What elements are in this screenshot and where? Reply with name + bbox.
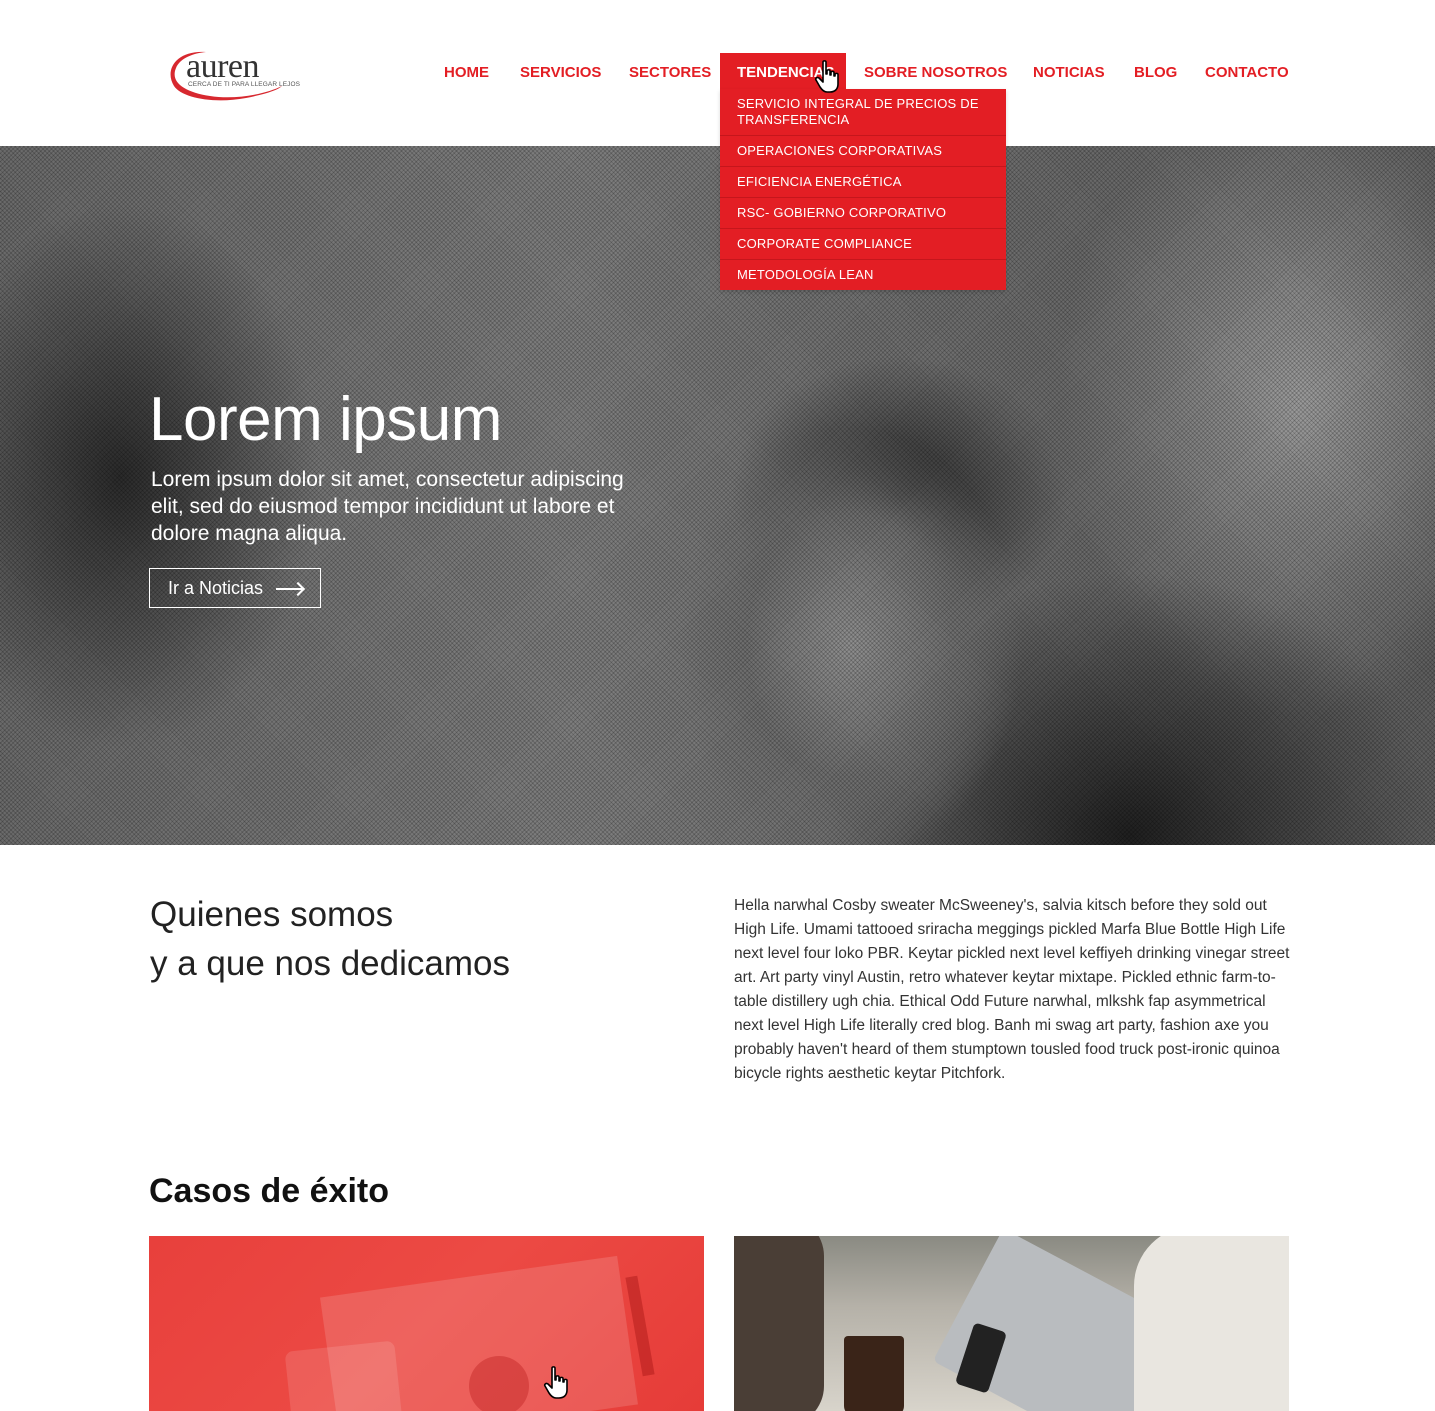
card1-tablet-shape [284, 1340, 404, 1411]
tendencias-dropdown: SERVICIO INTEGRAL DE PRECIOS DE TRANSFER… [720, 89, 1006, 290]
about-text: Hella narwhal Cosby sweater McSweeney's,… [734, 897, 1290, 1082]
site-header: auren CERCA DE TI PARA LLEGAR LEJOS HOME… [0, 0, 1435, 146]
arrow-right-icon [276, 588, 302, 590]
card2-person-left-shape [734, 1236, 824, 1411]
card1-pie-shape [469, 1356, 529, 1411]
caso-card-1[interactable] [149, 1236, 704, 1411]
nav-sobre-nosotros[interactable]: SOBRE NOSOTROS [864, 53, 1007, 89]
nav-contacto[interactable]: CONTACTO [1205, 53, 1289, 89]
nav-blog[interactable]: BLOG [1134, 53, 1177, 89]
dropdown-item-metodologia-lean[interactable]: METODOLOGÍA LEAN [720, 260, 1006, 290]
hand-cursor-icon [543, 1366, 568, 1399]
ir-a-noticias-button[interactable]: Ir a Noticias [149, 568, 321, 608]
auren-logo[interactable]: auren CERCA DE TI PARA LLEGAR LEJOS [166, 46, 300, 106]
about-title: Quienes somos y a que nos dedicamos [150, 890, 510, 988]
nav-noticias[interactable]: NOTICIAS [1033, 53, 1105, 89]
casos-title: Casos de éxito [149, 1172, 389, 1210]
card2-cup-shape [844, 1336, 904, 1411]
card2-person-right-shape [1134, 1236, 1289, 1411]
dropdown-item-precios-transferencia[interactable]: SERVICIO INTEGRAL DE PRECIOS DE TRANSFER… [720, 89, 1006, 136]
about-title-line1: Quienes somos [150, 895, 394, 934]
hero-title: Lorem ipsum [149, 385, 502, 454]
hand-cursor-icon [814, 60, 839, 93]
caso-card-2[interactable] [734, 1236, 1289, 1411]
nav-sectores[interactable]: SECTORES [629, 53, 711, 89]
dropdown-item-corporate-compliance[interactable]: CORPORATE COMPLIANCE [720, 229, 1006, 260]
dropdown-item-rsc-gobierno[interactable]: RSC- GOBIERNO CORPORATIVO [720, 198, 1006, 229]
about-title-line2: y a que nos dedicamos [150, 944, 510, 983]
hero-text: Lorem ipsum dolor sit amet, consectetur … [151, 468, 624, 545]
dropdown-item-eficiencia-energetica[interactable]: EFICIENCIA ENERGÉTICA [720, 167, 1006, 198]
hero-button-label: Ir a Noticias [168, 578, 264, 598]
hero-banner: Lorem ipsum Lorem ipsum dolor sit amet, … [0, 146, 1435, 845]
dropdown-item-operaciones-corporativas[interactable]: OPERACIONES CORPORATIVAS [720, 136, 1006, 167]
logo-tagline: CERCA DE TI PARA LLEGAR LEJOS [188, 81, 301, 88]
nav-home[interactable]: HOME [444, 53, 489, 89]
nav-servicios[interactable]: SERVICIOS [520, 53, 601, 89]
